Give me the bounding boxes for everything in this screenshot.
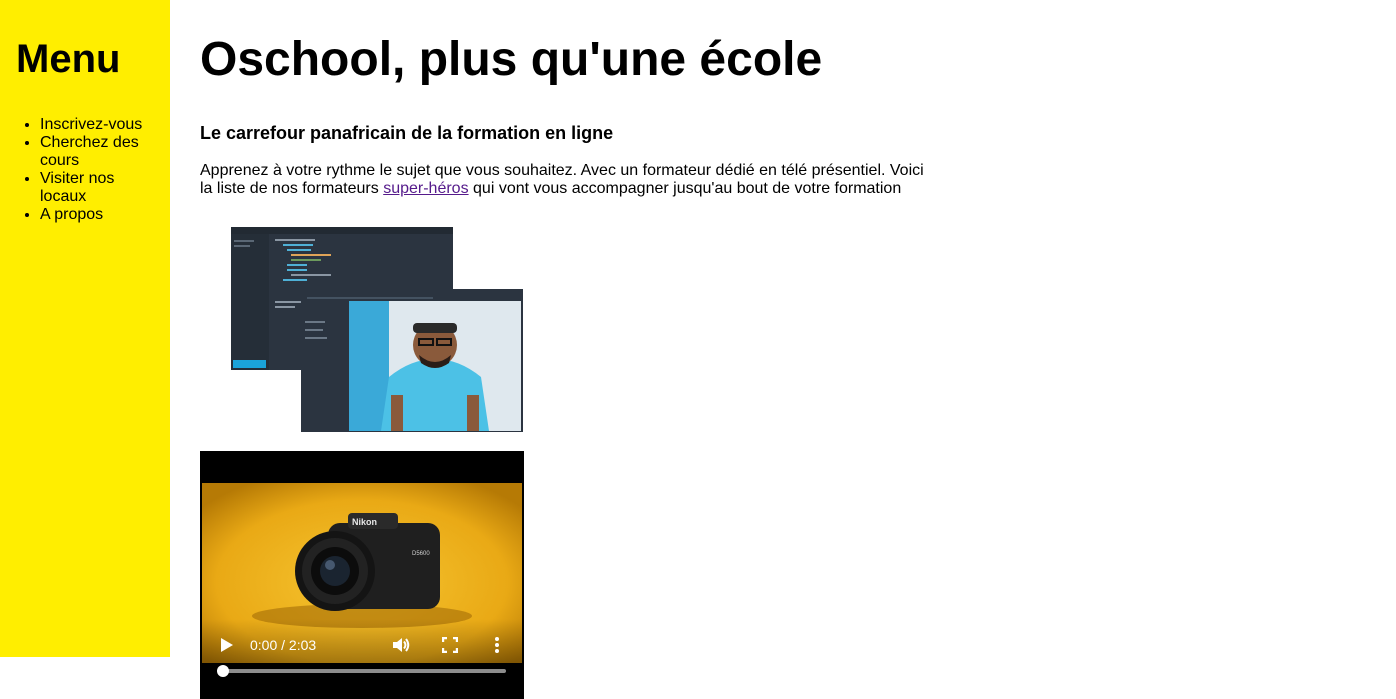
camera-model-text: D5600 — [412, 551, 430, 557]
controls-gradient — [200, 619, 524, 699]
time-display: 0:00 / 2:03 — [250, 637, 317, 653]
page-title: Oschool, plus qu'une école — [200, 33, 823, 86]
online-training-illustration — [231, 227, 523, 432]
menu-item-label[interactable]: A propos — [40, 206, 103, 223]
super-heros-link[interactable]: super-héros — [383, 180, 468, 197]
sidebar-menu: Menu Inscrivez-vous Cherchez des cours V… — [0, 0, 170, 657]
main-content: Oschool, plus qu'une école Le carrefour … — [200, 0, 940, 699]
menu-item-label[interactable]: Inscrivez-vous — [40, 116, 142, 133]
more-options-icon[interactable] — [494, 636, 500, 654]
camera-brand-text: Nikon — [352, 517, 377, 527]
progress-thumb[interactable] — [217, 665, 229, 677]
intro-text-end: qui vont vous accompagner jusqu'au bout … — [468, 180, 902, 197]
volume-icon[interactable] — [391, 635, 411, 655]
play-icon[interactable] — [220, 637, 234, 653]
menu-list: Inscrivez-vous Cherchez des cours Visite… — [0, 116, 170, 224]
progress-bar[interactable] — [224, 669, 506, 673]
menu-item-cherchez-des-cours: Cherchez des cours — [40, 134, 144, 170]
video-player[interactable]: Nikon D5600 0:00 / 2:03 — [200, 451, 524, 699]
page-subtitle: Le carrefour panafricain de la formation… — [200, 123, 614, 143]
intro-paragraph: Apprenez à votre rythme le sujet que vou… — [200, 162, 940, 198]
fullscreen-icon[interactable] — [442, 637, 458, 653]
menu-item-a-propos: A propos — [40, 206, 144, 224]
menu-item-label[interactable]: Cherchez des cours — [40, 134, 139, 169]
menu-item-inscrivez-vous: Inscrivez-vous — [40, 116, 144, 134]
menu-item-visiter-nos-locaux: Visiter nos locaux — [40, 170, 144, 206]
menu-item-label[interactable]: Visiter nos locaux — [40, 170, 114, 205]
menu-title: Menu — [16, 37, 121, 81]
